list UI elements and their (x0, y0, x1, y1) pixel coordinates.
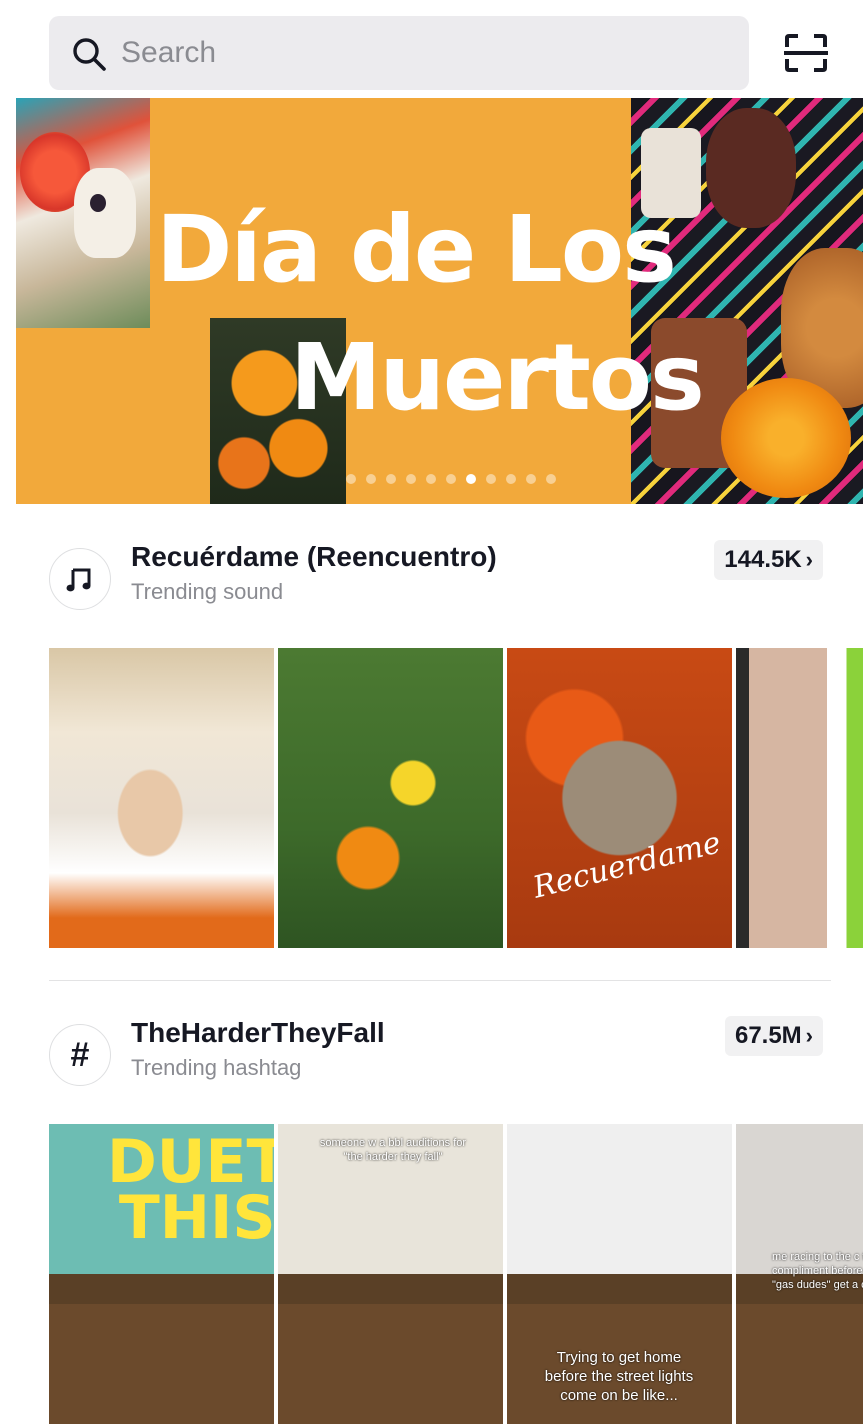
carousel-dot (506, 474, 516, 484)
chevron-right-icon: › (805, 1023, 813, 1048)
music-note-icon (49, 548, 111, 610)
hashtag-icon: # (49, 1024, 111, 1086)
banner-title-line2: Muertos (290, 324, 705, 431)
video-thumbnail[interactable] (278, 648, 503, 948)
carousel-dot (446, 474, 456, 484)
video-thumbnail[interactable] (736, 648, 863, 948)
carousel-dot (426, 474, 436, 484)
sound-count: 144.5K (724, 546, 802, 573)
banner-title-line1: Día de Los (156, 196, 677, 303)
carousel-dot (546, 474, 556, 484)
sound-subtitle: Trending sound (131, 579, 284, 604)
search-bar[interactable]: Search (49, 16, 749, 90)
carousel-dot (486, 474, 496, 484)
thumbnail-caption: Recuerdame (529, 825, 725, 906)
search-input[interactable]: Search (121, 36, 216, 70)
promo-banner[interactable]: Día de Los Muertos (16, 98, 863, 504)
carousel-dot (466, 474, 476, 484)
carousel-dot (366, 474, 376, 484)
search-icon (73, 38, 106, 71)
video-thumbnail[interactable]: Recuerdame (507, 648, 732, 948)
video-thumbnail[interactable] (49, 648, 274, 948)
video-thumbnail[interactable]: me racing to the c to compliment before … (736, 1124, 863, 1424)
carousel-dot (346, 474, 356, 484)
sound-count-button[interactable]: 144.5K › (714, 540, 823, 580)
scan-icon[interactable] (784, 33, 828, 73)
hashtag-count-button[interactable]: 67.5M › (724, 1016, 823, 1056)
carousel-dot (526, 474, 536, 484)
thumbnail-caption: someone w a bbl auditions for "the harde… (319, 1137, 467, 1163)
trending-sound-header[interactable]: Recuérdame (Reencuentro) Trending sound … (49, 540, 823, 610)
hashtag-video-row: DUET THIS someone w a bbl auditions for … (49, 1124, 863, 1424)
video-thumbnail[interactable]: someone w a bbl auditions for "the harde… (278, 1124, 503, 1424)
banner-image-catrina (16, 98, 150, 328)
trending-hashtag-header[interactable]: # TheHarderTheyFall Trending hashtag 67.… (49, 1016, 823, 1086)
carousel-dot (406, 474, 416, 484)
thumbnail-caption: Trying to get home before the street lig… (544, 1349, 694, 1404)
thumbnail-caption: DUET THIS (107, 1127, 274, 1253)
hashtag-count: 67.5M (734, 1022, 802, 1049)
chevron-right-icon: › (805, 547, 813, 572)
hashtag-subtitle: Trending hashtag (131, 1055, 302, 1080)
hashtag-title: TheHarderTheyFall (131, 1017, 385, 1048)
sound-video-row: Recuerdame (49, 648, 863, 948)
thumbnail-caption: me racing to the c to compliment before … (772, 1251, 863, 1291)
section-divider (49, 980, 831, 981)
video-thumbnail[interactable]: DUET THIS (49, 1124, 274, 1424)
carousel-dots (346, 474, 556, 484)
sound-title: Recuérdame (Reencuentro) (131, 541, 497, 572)
video-thumbnail[interactable]: Trying to get home before the street lig… (507, 1124, 732, 1424)
carousel-dot (386, 474, 396, 484)
